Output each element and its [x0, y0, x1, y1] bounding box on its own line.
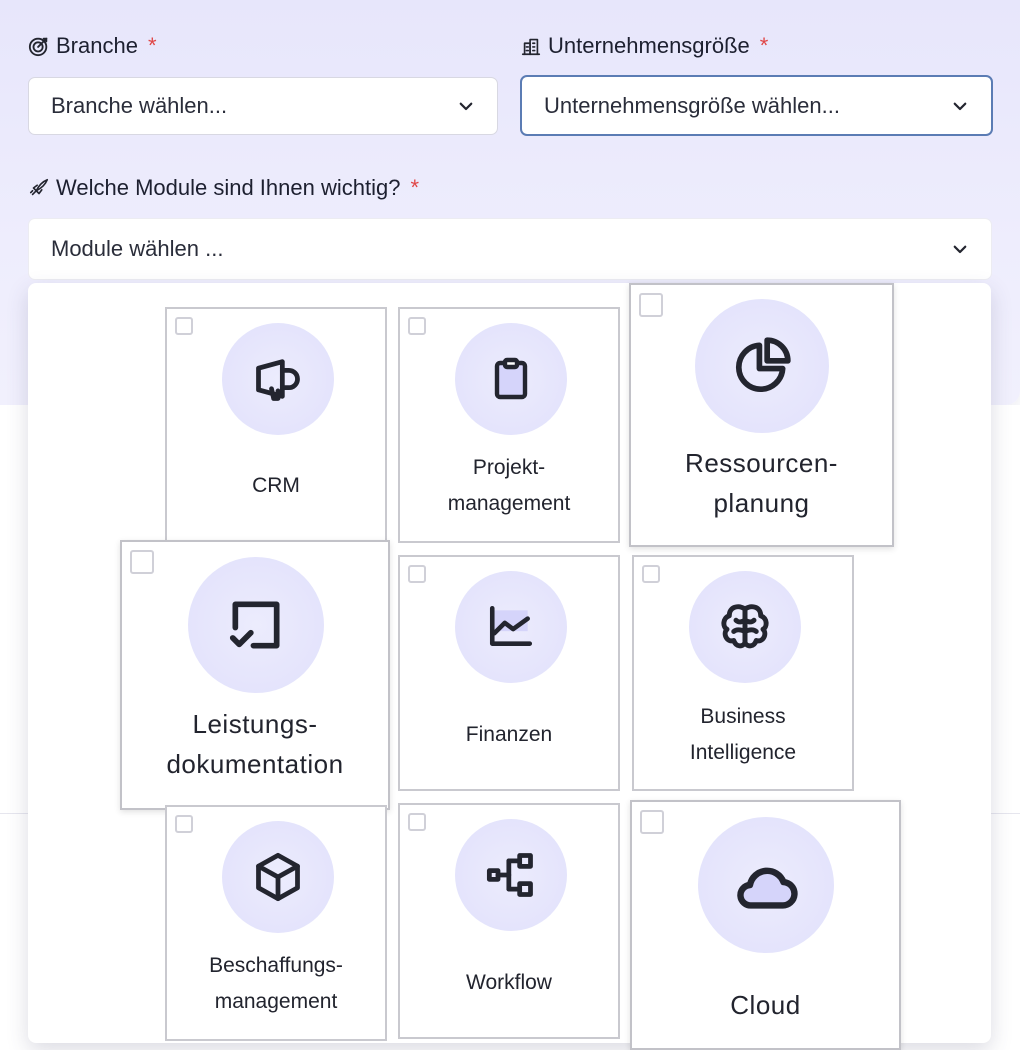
workflow-icon: [486, 853, 533, 897]
module-option-crm[interactable]: CRM: [165, 307, 387, 543]
branche-select[interactable]: Branche wählen...: [28, 77, 498, 135]
brain-icon: [721, 604, 769, 649]
cube-icon: [256, 852, 300, 902]
icon-circle: [689, 571, 801, 683]
module-label-line2: planung: [713, 488, 810, 518]
size-label-text: Unternehmensgröße: [548, 33, 750, 58]
module-label-line1: Ressourcen-: [685, 448, 838, 478]
branche-select-value: Branche wählen...: [51, 93, 228, 118]
module-option-cloud[interactable]: Cloud: [630, 800, 901, 1050]
module-checkbox[interactable]: [408, 565, 426, 583]
required-marker: *: [759, 33, 769, 58]
rocket-icon: [29, 178, 49, 196]
size-select-value: Unternehmensgröße wählen...: [544, 92, 840, 118]
required-marker: *: [147, 33, 157, 58]
icon-circle: [455, 571, 567, 683]
chevron-down-icon: [953, 245, 967, 254]
megaphone-icon: [256, 359, 300, 401]
checkbox-document-icon: [229, 601, 280, 649]
line-chart-icon: [489, 605, 533, 646]
modules-label: Welche Module sind Ihnen wichtig? *: [28, 175, 419, 201]
module-option-beschaffungsmanagement[interactable]: Beschaffungs- management: [165, 805, 387, 1041]
module-label: CRM: [252, 474, 300, 497]
icon-circle: [188, 557, 324, 693]
size-select[interactable]: Unternehmensgröße wählen...: [520, 75, 993, 136]
module-label-line1: Leistungs-: [192, 709, 318, 739]
cloud-icon: [737, 867, 798, 909]
module-option-finanzen[interactable]: Finanzen: [398, 555, 620, 791]
module-label-line2: Intelligence: [689, 741, 797, 764]
icon-circle: [455, 323, 567, 435]
module-checkbox[interactable]: [639, 293, 663, 317]
module-checkbox[interactable]: [640, 810, 664, 834]
chevron-down-icon: [953, 102, 967, 110]
modules-select[interactable]: Module wählen ...: [28, 218, 992, 280]
icon-circle: [695, 299, 829, 433]
module-label-line2: management: [447, 492, 571, 515]
module-option-projektmanagement[interactable]: Projekt- management: [398, 307, 620, 543]
modules-select-value: Module wählen ...: [51, 236, 224, 261]
chevron-down-icon: [459, 102, 473, 111]
module-label: Workflow: [466, 971, 552, 994]
icon-circle: [222, 821, 334, 933]
target-icon: [28, 37, 48, 57]
module-checkbox[interactable]: [175, 317, 193, 335]
icon-circle: [698, 817, 834, 953]
module-label-line2: management: [214, 990, 338, 1013]
module-checkbox[interactable]: [130, 550, 154, 574]
module-label-line1: Projekt-: [472, 456, 546, 479]
module-option-ressourcenplanung[interactable]: Ressourcen- planung: [629, 283, 894, 547]
required-marker: *: [410, 175, 420, 200]
building-icon: [521, 38, 541, 56]
pie-chart-icon: [736, 337, 791, 392]
module-label-line1: Business: [700, 705, 786, 728]
icon-circle: [455, 819, 567, 931]
module-option-business-intelligence[interactable]: Business Intelligence: [632, 555, 854, 791]
module-checkbox[interactable]: [175, 815, 193, 833]
size-label: Unternehmensgröße *: [520, 33, 768, 59]
module-label-line1: Beschaffungs-: [209, 954, 343, 977]
module-option-leistungsdokumentation[interactable]: Leistungs- dokumentation: [120, 540, 390, 810]
clipboard-icon: [494, 357, 528, 400]
branche-label-text: Branche: [56, 33, 138, 58]
module-option-workflow[interactable]: Workflow: [398, 803, 620, 1039]
module-checkbox[interactable]: [408, 317, 426, 335]
branche-label: Branche *: [28, 33, 157, 59]
module-label: Finanzen: [465, 723, 553, 746]
module-checkbox[interactable]: [642, 565, 660, 583]
module-label: Cloud: [730, 990, 801, 1020]
icon-circle: [222, 323, 334, 435]
module-label-line2: dokumentation: [166, 749, 344, 779]
modules-label-text: Welche Module sind Ihnen wichtig?: [56, 175, 401, 200]
module-checkbox[interactable]: [408, 813, 426, 831]
